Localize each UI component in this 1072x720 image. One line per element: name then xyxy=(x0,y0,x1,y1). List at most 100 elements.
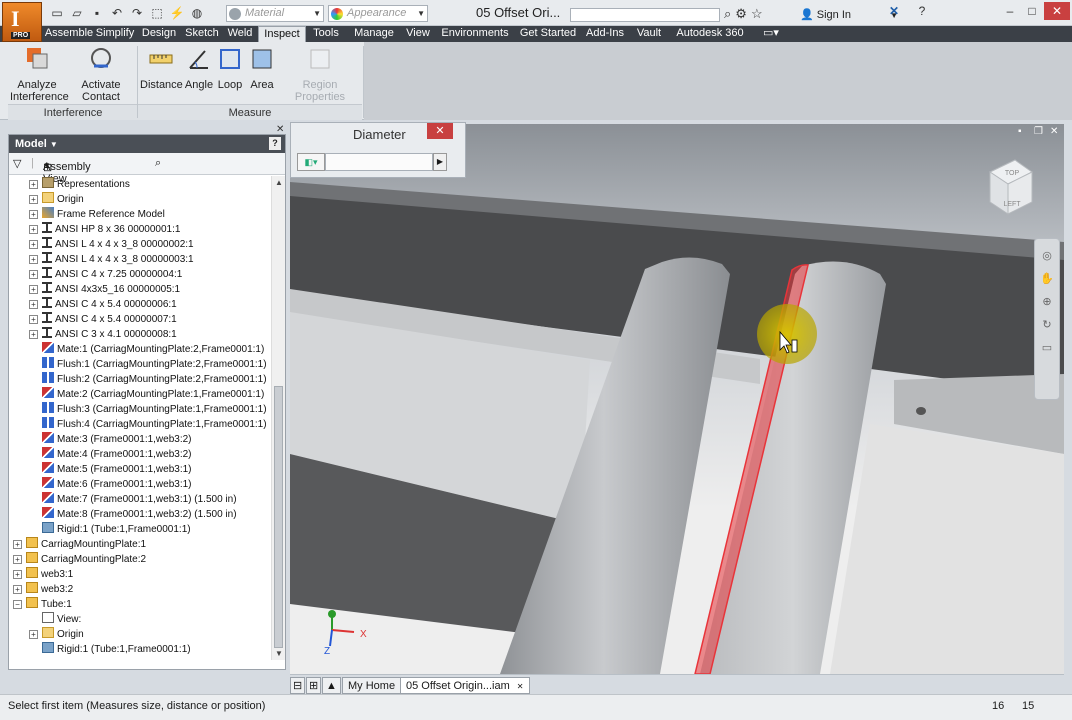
browser-scrollbar[interactable]: ▲ ▼ xyxy=(271,176,285,660)
tab-view[interactable]: View xyxy=(402,26,434,42)
expand-icon[interactable]: + xyxy=(29,180,38,189)
graphics-window[interactable]: TOP LEFT X Z ◎ ✋ ⊕ ↻ ▭ ▪ ❐ ✕ xyxy=(290,124,1064,674)
close-icon[interactable]: ✕ xyxy=(427,123,453,139)
loop-button[interactable]: Loop xyxy=(216,46,244,91)
zoom-icon[interactable]: ⊕ xyxy=(1035,295,1059,308)
tab-my-home[interactable]: My Home xyxy=(342,677,402,694)
tab-autodesk-360[interactable]: Autodesk 360 xyxy=(668,26,752,42)
viewcube[interactable]: TOP LEFT xyxy=(988,159,1033,215)
tree-item[interactable]: + CarriagMountingPlate:2 xyxy=(13,552,146,567)
undo-icon[interactable]: ↶ xyxy=(108,4,126,22)
new-icon[interactable]: ▭ xyxy=(48,4,66,22)
tree-item[interactable]: + Origin xyxy=(29,627,84,642)
collapse-icon[interactable]: − xyxy=(13,600,22,609)
tab-tools[interactable]: Tools xyxy=(306,26,346,42)
look-at-icon[interactable]: ▭ xyxy=(1035,341,1059,354)
tree-item[interactable]: + Frame Reference Model xyxy=(29,207,165,222)
steering-wheel-icon[interactable]: ◎ xyxy=(1035,249,1059,262)
tree-item[interactable]: + ANSI 4x3x5_16 00000005:1 xyxy=(29,282,180,297)
open-icon[interactable]: ▱ xyxy=(68,4,86,22)
tab-inspect[interactable]: Inspect xyxy=(258,26,306,42)
communication-icon[interactable]: ⚙ xyxy=(735,6,747,22)
expand-icon[interactable]: + xyxy=(29,210,38,219)
tree-item[interactable]: Flush:4 (CarriagMountingPlate:1,Frame000… xyxy=(29,417,267,432)
tab-add-ins[interactable]: Add-Ins xyxy=(580,26,630,42)
tab-design[interactable]: Design xyxy=(136,26,182,42)
find-binoculars-icon[interactable]: ⌕ xyxy=(155,157,161,170)
tab-simplify[interactable]: Simplify xyxy=(94,26,136,42)
tree-item[interactable]: + Origin xyxy=(29,192,84,207)
browser-header[interactable]: Model ▼ ? xyxy=(9,135,285,153)
scroll-up-icon[interactable]: ▲ xyxy=(275,178,283,187)
cascade-icon[interactable]: ⊞ xyxy=(306,677,322,694)
analyze-interference-button[interactable]: Analyze Interference xyxy=(10,46,69,103)
application-menu-button[interactable]: I PRO xyxy=(2,2,42,42)
expand-icon[interactable]: + xyxy=(29,195,38,204)
tree-item[interactable]: − Tube:1 xyxy=(13,597,72,612)
close-icon[interactable]: ✕ xyxy=(1044,2,1070,20)
selection-mode-dropdown[interactable]: ◧▾ xyxy=(297,153,325,171)
tree-item[interactable]: + ANSI C 4 x 5.4 00000006:1 xyxy=(29,297,177,312)
orbit-icon[interactable]: ↻ xyxy=(1035,318,1059,331)
scrollbar-thumb[interactable] xyxy=(274,386,283,648)
pan-icon[interactable]: ✋ xyxy=(1035,272,1059,285)
tab-list-icon[interactable]: ▲ xyxy=(322,677,341,694)
tab-manage[interactable]: Manage xyxy=(346,26,402,42)
tree-item[interactable]: + ANSI C 4 x 7.25 00000004:1 xyxy=(29,267,182,282)
tree-item[interactable]: + ANSI C 4 x 5.4 00000007:1 xyxy=(29,312,177,327)
expand-icon[interactable]: + xyxy=(13,585,22,594)
area-button[interactable]: Area xyxy=(248,46,276,91)
tree-item[interactable]: + ANSI C 3 x 4.1 00000008:1 xyxy=(29,327,177,342)
angle-button[interactable]: Angle xyxy=(184,46,214,91)
expand-icon[interactable]: + xyxy=(29,630,38,639)
tab-vault[interactable]: Vault xyxy=(630,26,668,42)
minimize-icon[interactable]: – xyxy=(1000,2,1020,20)
tab-assemble[interactable]: Assemble xyxy=(44,26,94,42)
binoculars-icon[interactable]: ⌕ xyxy=(724,6,731,22)
expand-icon[interactable]: + xyxy=(29,225,38,234)
close-icon[interactable]: ✕ xyxy=(517,682,524,691)
tree-item[interactable]: Mate:7 (Frame0001:1,web3:1) (1.500 in) xyxy=(29,492,237,507)
browser-help-icon[interactable]: ? xyxy=(269,137,281,150)
viewport-restore-icon[interactable]: ❐ xyxy=(1034,126,1043,137)
save-icon[interactable]: ▪ xyxy=(88,4,106,22)
expand-icon[interactable]: + xyxy=(29,315,38,324)
tab-get-started[interactable]: Get Started xyxy=(516,26,580,42)
help-icon[interactable]: ? xyxy=(912,2,932,20)
tree-item[interactable]: Flush:1 (CarriagMountingPlate:2,Frame000… xyxy=(29,357,267,372)
exchange-apps-icon[interactable]: ✕ xyxy=(884,2,904,20)
expand-icon[interactable]: + xyxy=(13,570,22,579)
tree-item[interactable]: Rigid:1 (Tube:1,Frame0001:1) xyxy=(29,642,191,657)
scroll-down-icon[interactable]: ▼ xyxy=(275,649,283,658)
tree-item[interactable]: View: xyxy=(29,612,81,627)
distance-button[interactable]: Distance xyxy=(140,46,183,91)
tree-item[interactable]: + CarriagMountingPlate:1 xyxy=(13,537,146,552)
expand-icon[interactable]: + xyxy=(29,240,38,249)
tree-item[interactable]: Flush:2 (CarriagMountingPlate:2,Frame000… xyxy=(29,372,267,387)
chevron-right-icon[interactable]: ▶ xyxy=(433,153,447,171)
tree-item[interactable]: + ANSI HP 8 x 36 00000001:1 xyxy=(29,222,180,237)
expand-icon[interactable]: + xyxy=(29,330,38,339)
expand-icon[interactable]: + xyxy=(13,555,22,564)
tab-document[interactable]: 05 Offset Origin...iam ✕ xyxy=(400,677,530,694)
tree-item[interactable]: Flush:3 (CarriagMountingPlate:1,Frame000… xyxy=(29,402,267,417)
tree-item[interactable]: + ANSI L 4 x 4 x 3_8 00000002:1 xyxy=(29,237,194,252)
tree-item[interactable]: Mate:1 (CarriagMountingPlate:2,Frame0001… xyxy=(29,342,264,357)
tree-item[interactable]: Mate:6 (Frame0001:1,web3:1) xyxy=(29,477,192,492)
measure-value-field[interactable] xyxy=(325,153,433,171)
tile-icon[interactable]: ⊟ xyxy=(290,677,306,694)
tab-weld[interactable]: Weld xyxy=(222,26,258,42)
filter-icon[interactable]: ▽ xyxy=(13,157,21,170)
viewport-close-icon[interactable]: ✕ xyxy=(1050,126,1058,137)
tree-item[interactable]: Mate:4 (Frame0001:1,web3:2) xyxy=(29,447,192,462)
maximize-icon[interactable]: □ xyxy=(1022,2,1042,20)
tab-sketch[interactable]: Sketch xyxy=(182,26,222,42)
tree-item[interactable]: Mate:2 (CarriagMountingPlate:1,Frame0001… xyxy=(29,387,264,402)
tree-item[interactable]: Mate:5 (Frame0001:1,web3:1) xyxy=(29,462,192,477)
select-icon[interactable]: ⬚ xyxy=(148,4,166,22)
material-combo[interactable]: Material ▼ xyxy=(226,5,324,22)
tree-item[interactable]: Rigid:1 (Tube:1,Frame0001:1) xyxy=(29,522,191,537)
tree-item[interactable]: Mate:3 (Frame0001:1,web3:2) xyxy=(29,432,192,447)
expand-icon[interactable]: + xyxy=(29,270,38,279)
expand-icon[interactable]: + xyxy=(29,285,38,294)
